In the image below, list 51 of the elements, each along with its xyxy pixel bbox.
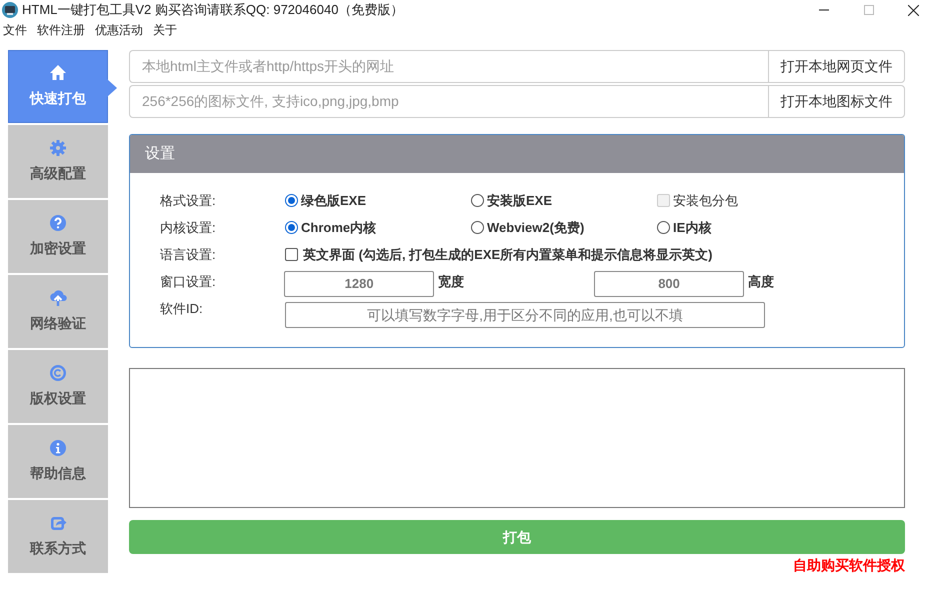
setting-label: 窗口设置: (160, 272, 217, 291)
sidebar-item[interactable]: 高级配置 (8, 125, 108, 198)
text-field[interactable]: 可以填写数字字母,用于区分不同的应用,也可以不填 (285, 302, 765, 328)
option-label: 安装包分包 (673, 192, 738, 210)
copyright-icon (49, 364, 67, 382)
option-label: IE内核 (673, 218, 712, 237)
unit-label: 宽度 (438, 272, 466, 291)
maximize-icon (864, 5, 874, 15)
purchase-link[interactable]: 自助购买软件授权 (793, 555, 905, 576)
menu-item[interactable]: 软件注册 (37, 21, 85, 39)
setting-label: 软件ID: (160, 300, 204, 318)
option-label: 绿色版EXE (301, 192, 366, 210)
setting-label: 语言设置: (160, 246, 217, 264)
home-icon (49, 64, 67, 82)
menu-item[interactable]: 文件 (3, 21, 27, 39)
setting-label: 格式设置: (160, 192, 217, 210)
close-icon (908, 4, 919, 16)
menu-item[interactable]: 优惠活动 (95, 21, 143, 39)
option-label: 安装版EXE (487, 192, 552, 210)
share-icon (49, 514, 67, 532)
file-path-field[interactable]: 本地html主文件或者http/https开头的网址 (129, 50, 768, 83)
setting-label: 内核设置: (160, 218, 217, 237)
number-field[interactable]: 1280 (284, 270, 434, 296)
sidebar-item[interactable]: 版权设置 (8, 350, 108, 423)
app-icon (2, 2, 18, 18)
sidebar-item[interactable]: 联系方式 (8, 500, 108, 573)
panel-header: 设置 (130, 135, 904, 173)
radio-button[interactable] (285, 221, 298, 234)
sidebar-item[interactable]: 加密设置 (8, 200, 108, 273)
cloud-upload-icon (49, 289, 67, 307)
radio-button[interactable] (471, 194, 484, 207)
radio-button[interactable] (285, 194, 298, 207)
option-label: Chrome内核 (301, 218, 376, 237)
sidebar-item[interactable]: 帮助信息 (8, 425, 108, 498)
open-file-button[interactable]: 打开本地网页文件 (768, 50, 905, 83)
sidebar-item[interactable]: 网络验证 (8, 275, 108, 348)
option-label: Webview2(免费) (487, 218, 584, 237)
file-path-field[interactable]: 256*256的图标文件, 支持ico,png,jpg,bmp (129, 85, 768, 118)
number-field[interactable]: 800 (594, 270, 744, 296)
pack-button[interactable]: 打包 (129, 520, 905, 554)
gear-icon (49, 139, 67, 157)
info-icon (49, 439, 67, 457)
radio-button[interactable] (471, 221, 484, 234)
question-icon (49, 214, 67, 232)
window-title: HTML一键打包工具V2 购买咨询请联系QQ: 972046040（免费版） (22, 1, 404, 20)
unit-label: 高度 (748, 272, 776, 291)
checkbox[interactable] (285, 248, 298, 261)
open-file-button[interactable]: 打开本地图标文件 (768, 85, 905, 118)
option-label: 英文界面 (勾选后, 打包生成的EXE所有内置菜单和提示信息将显示英文) (303, 246, 713, 264)
menu-item[interactable]: 关于 (153, 21, 177, 39)
radio-button[interactable] (657, 221, 670, 234)
